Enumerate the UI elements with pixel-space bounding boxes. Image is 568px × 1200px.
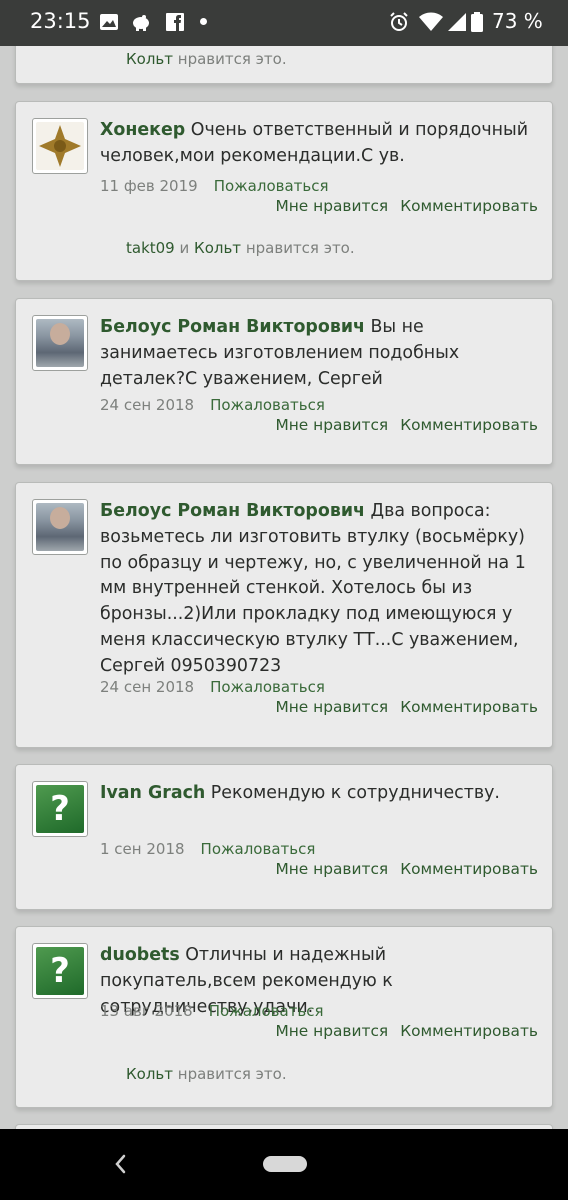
comment-body: Белоус Роман Викторович Вы не занимаетес… <box>100 315 538 392</box>
liker-link[interactable]: Кольт <box>126 50 173 68</box>
user-photo <box>36 503 84 551</box>
notification-dot <box>200 18 207 25</box>
alarm-icon <box>390 12 408 31</box>
comment-actions: Мне нравится Комментировать <box>275 197 538 215</box>
like-link[interactable]: Мне нравится <box>275 197 388 215</box>
comment-card: Белоус Роман Викторович Вы не занимаетес… <box>15 298 553 465</box>
comment-date: 24 сен 2018 <box>100 678 195 696</box>
liker-link[interactable]: Кольт <box>194 239 241 257</box>
report-link[interactable]: Пожаловаться <box>209 1002 324 1020</box>
piggy-bank-icon <box>133 15 149 31</box>
comment-link[interactable]: Комментировать <box>400 860 538 878</box>
comments-feed[interactable]: Кольт нравится это. Хонекер Очень ответс… <box>0 46 568 1129</box>
author-link[interactable]: Ivan Grach <box>100 783 205 803</box>
comment-meta: 13 авг 2018 Пожаловаться <box>100 1002 324 1020</box>
back-icon[interactable] <box>108 1149 132 1179</box>
comment-actions: Мне нравится Комментировать <box>275 860 538 878</box>
comment-text: Два вопроса: возьметесь ли изготовить вт… <box>100 501 526 676</box>
cross-icon <box>36 122 84 170</box>
comment-meta: 11 фев 2019 Пожаловаться <box>100 177 329 195</box>
avatar[interactable]: ? <box>32 943 88 999</box>
comment-link[interactable]: Комментировать <box>400 416 538 434</box>
comment-meta: 1 сен 2018 Пожаловаться <box>100 840 315 858</box>
comment-actions: Мне нравится Комментировать <box>275 698 538 716</box>
home-pill-button[interactable] <box>263 1156 307 1172</box>
comment-body: Белоус Роман Викторович Два вопроса: воз… <box>100 499 538 680</box>
author-link[interactable]: Хонекер <box>100 120 185 140</box>
report-link[interactable]: Пожаловаться <box>201 840 316 858</box>
like-link[interactable]: Мне нравится <box>275 416 388 434</box>
comment-card: Белоус Роман Викторович Два вопроса: воз… <box>15 482 553 748</box>
status-bar: 23:15 73 % <box>0 0 568 46</box>
battery-icon <box>471 12 483 32</box>
comment-card: ? duobets Отличны и надежный покупатель,… <box>15 926 553 1108</box>
likes-line: takt09 и Кольт нравится это. <box>126 239 355 257</box>
signal-icon <box>448 13 466 31</box>
liker-link[interactable]: takt09 <box>126 239 175 257</box>
comment-card: ? Ivan Grach Рекомендую к сотрудничеству… <box>15 764 553 910</box>
report-link[interactable]: Пожаловаться <box>210 396 325 414</box>
image-icon <box>100 14 118 30</box>
like-link[interactable]: Мне нравится <box>275 1022 388 1040</box>
liker-link[interactable]: Кольт <box>126 1065 173 1083</box>
author-link[interactable]: duobets <box>100 945 180 965</box>
comment-actions: Мне нравится Комментировать <box>275 416 538 434</box>
avatar[interactable] <box>32 315 88 371</box>
comment-date: 1 сен 2018 <box>100 840 185 858</box>
user-photo <box>36 319 84 367</box>
report-link[interactable]: Пожаловаться <box>214 177 329 195</box>
navigation-bar <box>0 1129 568 1200</box>
author-link[interactable]: Белоус Роман Викторович <box>100 317 365 337</box>
likes-line: Кольт нравится это. <box>126 50 287 68</box>
comment-card-partial: Кольт нравится это. <box>15 46 553 84</box>
comment-body: Хонекер Очень ответственный и порядочный… <box>100 118 538 170</box>
comment-meta: 24 сен 2018 Пожаловаться <box>100 678 325 696</box>
likes-line: Кольт нравится это. <box>126 1065 287 1083</box>
status-time: 23:15 <box>30 9 91 33</box>
comment-actions: Мне нравится Комментировать <box>275 1022 538 1040</box>
comment-meta: 24 сен 2018 Пожаловаться <box>100 396 325 414</box>
comment-card: Хонекер Очень ответственный и порядочный… <box>15 101 553 281</box>
avatar[interactable] <box>32 118 88 174</box>
avatar[interactable] <box>32 499 88 555</box>
comment-date: 24 сен 2018 <box>100 396 195 414</box>
report-link[interactable]: Пожаловаться <box>210 678 325 696</box>
battery-percent: 73 % <box>492 9 543 33</box>
like-link[interactable]: Мне нравится <box>275 860 388 878</box>
facebook-icon <box>166 13 184 31</box>
wifi-icon <box>419 12 443 31</box>
comment-body: Ivan Grach Рекомендую к сотрудничеству. <box>100 781 538 807</box>
like-link[interactable]: Мне нравится <box>275 698 388 716</box>
question-mark-icon: ? <box>36 947 84 995</box>
comment-text: Рекомендую к сотрудничеству. <box>210 783 500 803</box>
comment-date: 13 авг 2018 <box>100 1002 193 1020</box>
comment-date: 11 фев 2019 <box>100 177 198 195</box>
comment-link[interactable]: Комментировать <box>400 1022 538 1040</box>
author-link[interactable]: Белоус Роман Викторович <box>100 501 365 521</box>
comment-link[interactable]: Комментировать <box>400 197 538 215</box>
question-mark-icon: ? <box>36 785 84 833</box>
avatar[interactable]: ? <box>32 781 88 837</box>
comment-link[interactable]: Комментировать <box>400 698 538 716</box>
